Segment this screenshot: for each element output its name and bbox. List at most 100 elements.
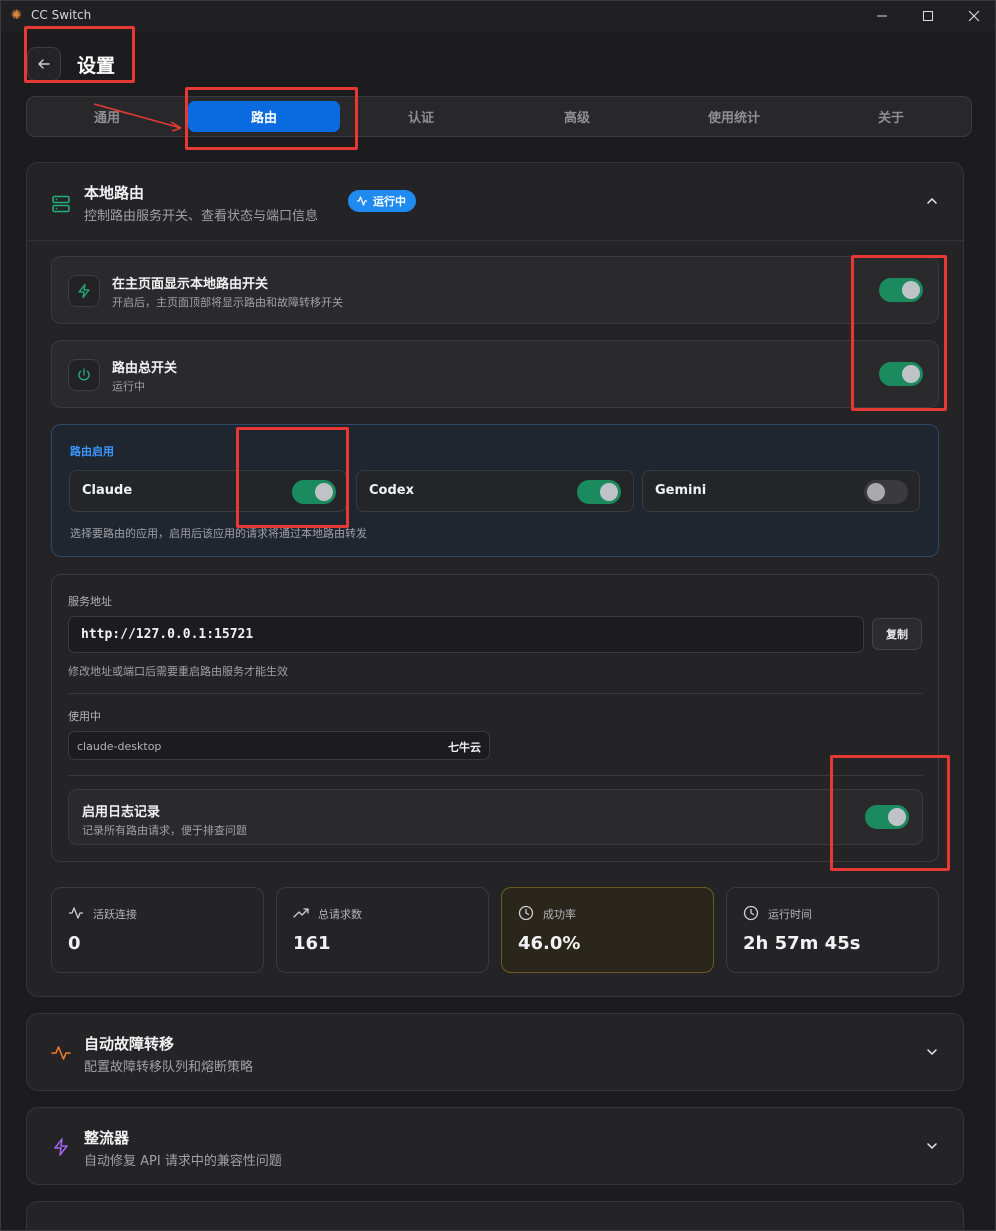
in-use-app-name: claude-desktop: [77, 740, 162, 753]
server-icon: [52, 195, 70, 213]
codex-routing-toggle[interactable]: [577, 480, 621, 504]
row-icon-box: [68, 275, 100, 307]
section-subtitle: 控制路由服务开关、查看状态与端口信息: [84, 209, 319, 224]
divider: [68, 693, 923, 694]
local-routing-section: 本地路由 控制路由服务开关、查看状态与端口信息 运行中 在主页面显示本地路由开关…: [26, 162, 964, 997]
title-bar: ✺ CC Switch: [1, 1, 995, 31]
annotation-arrow: [93, 103, 182, 132]
stat-label: 活跃连接: [93, 908, 137, 921]
stat-uptime: 运行时间 2h 57m 45s: [726, 887, 939, 973]
app-window: ✺ CC Switch 设置 通用 路由 认证 高级 使用统计 关于 本地路由 …: [0, 0, 996, 1231]
stat-active-connections: 活跃连接 0: [51, 887, 264, 973]
stat-label: 运行时间: [768, 908, 812, 921]
next-section-partial: [26, 1201, 964, 1230]
power-icon: [78, 368, 90, 381]
window-title: CC Switch: [31, 8, 92, 22]
service-address-input[interactable]: http://127.0.0.1:15721: [68, 616, 864, 653]
rectifier-section[interactable]: 整流器 自动修复 API 请求中的兼容性问题: [26, 1107, 964, 1185]
section-title: 整流器: [84, 1129, 130, 1147]
row-subtitle: 开启后，主页面顶部将显示路由和故障转移开关: [112, 296, 343, 309]
routing-apps-panel: 路由启用 Claude Codex Gemini 选择要路由的应用，启用后该应用…: [51, 424, 939, 557]
row-icon-box: [68, 359, 100, 391]
master-switch-row: 路由总开关 运行中: [51, 340, 939, 408]
log-row: 启用日志记录 记录所有路由请求，便于排查问题: [68, 789, 923, 845]
master-switch-toggle[interactable]: [879, 362, 923, 386]
stat-total-requests: 总请求数 161: [276, 887, 489, 973]
toggle-knob: [888, 808, 906, 826]
log-toggle[interactable]: [865, 805, 909, 829]
claude-routing-toggle[interactable]: [292, 480, 336, 504]
minimize-button[interactable]: [859, 1, 905, 31]
stat-label: 总请求数: [318, 908, 362, 921]
service-panel: 服务地址 http://127.0.0.1:15721 复制 修改地址或端口后需…: [51, 574, 939, 862]
section-title: 自动故障转移: [84, 1035, 175, 1053]
tab-about[interactable]: 关于: [815, 101, 967, 132]
service-address-label: 服务地址: [68, 595, 112, 608]
app-name: Codex: [369, 483, 414, 498]
section-divider: [27, 240, 963, 241]
stat-value: 2h 57m 45s: [743, 933, 861, 954]
close-icon: [968, 10, 980, 22]
tab-advanced[interactable]: 高级: [501, 101, 653, 132]
activity-icon: [69, 907, 83, 919]
row-subtitle: 运行中: [112, 380, 145, 393]
chevron-up-icon[interactable]: [925, 194, 939, 208]
row-title: 在主页面显示本地路由开关: [112, 277, 269, 292]
in-use-field: claude-desktop 七牛云: [68, 731, 490, 760]
app-card-gemini: Gemini: [642, 470, 920, 512]
trending-up-icon: [293, 908, 309, 918]
tab-auth[interactable]: 认证: [345, 101, 497, 132]
row-title: 路由总开关: [112, 361, 178, 376]
toggle-knob: [902, 365, 920, 383]
section-subtitle: 自动修复 API 请求中的兼容性问题: [84, 1154, 282, 1169]
divider: [68, 775, 923, 776]
toggle-knob: [600, 483, 618, 501]
zap-icon: [54, 1138, 68, 1156]
stat-value: 161: [293, 933, 331, 954]
section-subtitle: 配置故障转移队列和熔断策略: [84, 1060, 254, 1075]
activity-icon: [357, 196, 367, 206]
section-title: 本地路由: [84, 184, 145, 202]
service-address-hint: 修改地址或端口后需要重启路由服务才能生效: [68, 665, 288, 678]
app-name: Claude: [82, 483, 133, 498]
page-title: 设置: [77, 55, 116, 77]
app-card-codex: Codex: [356, 470, 634, 512]
log-title: 启用日志记录: [82, 805, 161, 820]
copy-button[interactable]: 复制: [872, 618, 922, 650]
stat-label: 成功率: [543, 908, 576, 921]
routing-apps-label: 路由启用: [70, 445, 114, 458]
stat-success-rate: 成功率 46.0%: [501, 887, 714, 973]
minimize-icon: [877, 15, 887, 17]
in-use-provider: 七牛云: [448, 741, 481, 754]
status-badge-label: 运行中: [373, 195, 406, 208]
chevron-down-icon[interactable]: [925, 1045, 939, 1059]
tab-routing[interactable]: 路由: [188, 101, 340, 132]
failover-section[interactable]: 自动故障转移 配置故障转移队列和熔断策略: [26, 1013, 964, 1091]
toggle-knob: [315, 483, 333, 501]
app-name: Gemini: [655, 483, 707, 498]
toggle-knob: [902, 281, 920, 299]
show-on-home-toggle[interactable]: [879, 278, 923, 302]
app-logo-icon: ✺: [11, 8, 22, 23]
show-on-home-row: 在主页面显示本地路由开关 开启后，主页面顶部将显示路由和故障转移开关: [51, 256, 939, 324]
back-button[interactable]: [27, 47, 61, 81]
zap-icon: [78, 283, 90, 299]
toggle-knob: [867, 483, 885, 501]
tab-usage-stats[interactable]: 使用统计: [658, 101, 810, 132]
log-subtitle: 记录所有路由请求，便于排查问题: [82, 824, 247, 837]
arrow-left-icon: [38, 59, 50, 69]
routing-apps-hint: 选择要路由的应用，启用后该应用的请求将通过本地路由转发: [70, 527, 367, 540]
app-card-claude: Claude: [69, 470, 347, 512]
stat-value: 46.0%: [518, 933, 581, 954]
close-button[interactable]: [951, 1, 995, 31]
clock-icon: [743, 905, 759, 921]
activity-icon: [51, 1046, 71, 1060]
status-badge: 运行中: [348, 190, 416, 212]
clock-icon: [518, 905, 534, 921]
stat-value: 0: [68, 933, 81, 954]
chevron-down-icon[interactable]: [925, 1139, 939, 1153]
in-use-label: 使用中: [68, 710, 101, 723]
maximize-icon: [923, 11, 933, 21]
maximize-button[interactable]: [905, 1, 951, 31]
gemini-routing-toggle[interactable]: [864, 480, 908, 504]
